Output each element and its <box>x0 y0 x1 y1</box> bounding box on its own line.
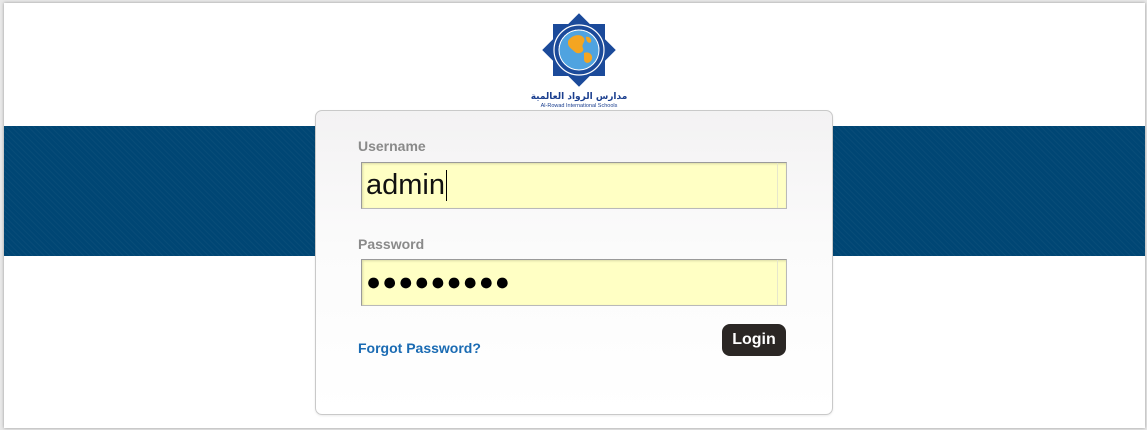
school-logo: مدارس الرواد العالمية Al-Rowad Internati… <box>524 11 634 111</box>
globe-star-emblem-icon <box>542 13 616 87</box>
forgot-password-link[interactable]: Forgot Password? <box>358 340 481 356</box>
login-button[interactable]: Login <box>722 324 786 356</box>
logo-arabic-text: مدارس الرواد العالمية <box>530 92 628 102</box>
text-caret <box>446 170 447 201</box>
password-label: Password <box>358 236 425 252</box>
logo-english-text: Al-Rowad International Schools <box>540 103 618 109</box>
browser-viewport: مدارس الرواد العالمية Al-Rowad Internati… <box>4 3 1145 428</box>
password-input[interactable]: ●●●●●●●●● <box>361 259 787 306</box>
username-value: admin <box>366 169 445 201</box>
username-input[interactable]: admin <box>361 162 787 209</box>
username-label: Username <box>358 138 426 154</box>
login-form: Username admin Password ●●●●●●●●● Forgot… <box>315 110 833 415</box>
password-masked-value: ●●●●●●●●● <box>366 268 511 296</box>
